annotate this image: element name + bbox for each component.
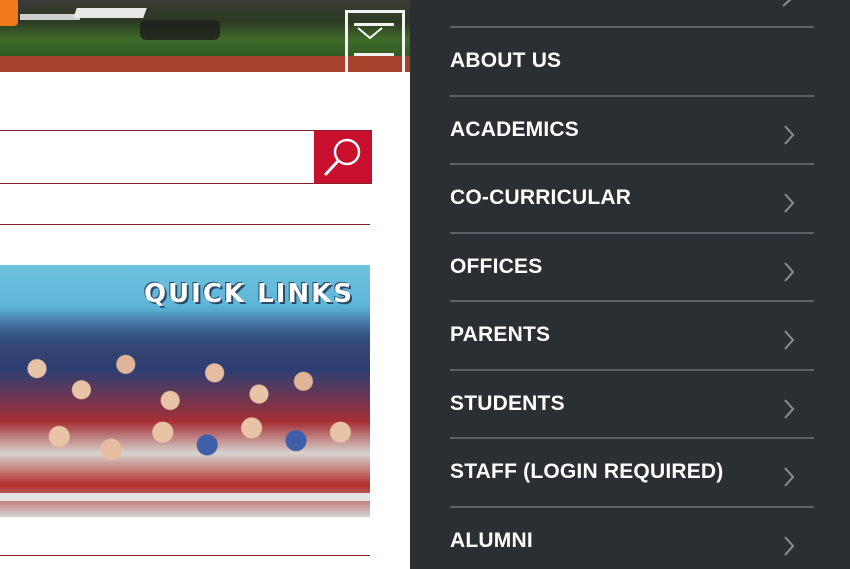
nav-item-label: ALUMNI (450, 528, 533, 552)
search-button[interactable] (314, 131, 372, 183)
hero-equipment (140, 20, 220, 40)
chevron-right-icon[interactable] (782, 124, 796, 146)
quick-links-rail (0, 493, 370, 501)
nav-item-label: STAFF (LOGIN REQUIRED) (450, 460, 724, 484)
search-icon (324, 138, 361, 176)
chevron-right-icon[interactable] (782, 261, 796, 283)
chevron-right-icon[interactable] (780, 0, 794, 8)
quick-links-photo (0, 305, 370, 517)
nav-item-staff[interactable]: STAFF (LOGIN REQUIRED) (450, 437, 814, 506)
nav-item-label: ABOUT US (450, 49, 562, 73)
search-bar (0, 130, 372, 184)
hero-bench-back (20, 14, 80, 20)
search-input[interactable] (0, 131, 313, 183)
nav-item-label: CO-CURRICULAR (450, 186, 632, 210)
chevron-right-icon[interactable] (782, 535, 796, 557)
chevron-right-icon[interactable] (782, 192, 796, 214)
chevron-right-icon[interactable] (782, 329, 796, 351)
divider (0, 555, 370, 556)
chevron-right-icon[interactable] (782, 466, 796, 488)
main-content: QUICK LINKS (0, 0, 410, 569)
side-navigation: ABOUT US ACADEMICS CO-CURRICULAR OFFICES… (410, 0, 850, 569)
nav-item-about-us[interactable]: ABOUT US (450, 26, 814, 95)
chevron-right-icon[interactable] (782, 398, 796, 420)
hero-bench (73, 8, 147, 18)
nav-item-academics[interactable]: ACADEMICS (450, 94, 814, 164)
nav-item-label: STUDENTS (450, 391, 565, 415)
hero-image (0, 0, 410, 72)
quick-links-banner[interactable]: QUICK LINKS (0, 265, 370, 517)
hero-cooler (0, 0, 18, 26)
nav-item-co-curricular[interactable]: CO-CURRICULAR (450, 163, 814, 232)
nav-item-offices[interactable]: OFFICES (450, 231, 814, 301)
nav-item-students[interactable]: STUDENTS (450, 368, 814, 438)
divider (0, 224, 370, 225)
nav-item-label: OFFICES (450, 254, 543, 278)
nav-item-label: PARENTS (450, 323, 551, 347)
hero-ladder (345, 10, 405, 72)
nav-item-parents[interactable]: PARENTS (450, 300, 814, 369)
nav-item-label: ACADEMICS (450, 117, 579, 141)
hero-chevron-icon[interactable] (355, 26, 385, 40)
quick-links-title: QUICK LINKS (143, 279, 354, 309)
nav-item-alumni[interactable]: ALUMNI (450, 505, 814, 569)
